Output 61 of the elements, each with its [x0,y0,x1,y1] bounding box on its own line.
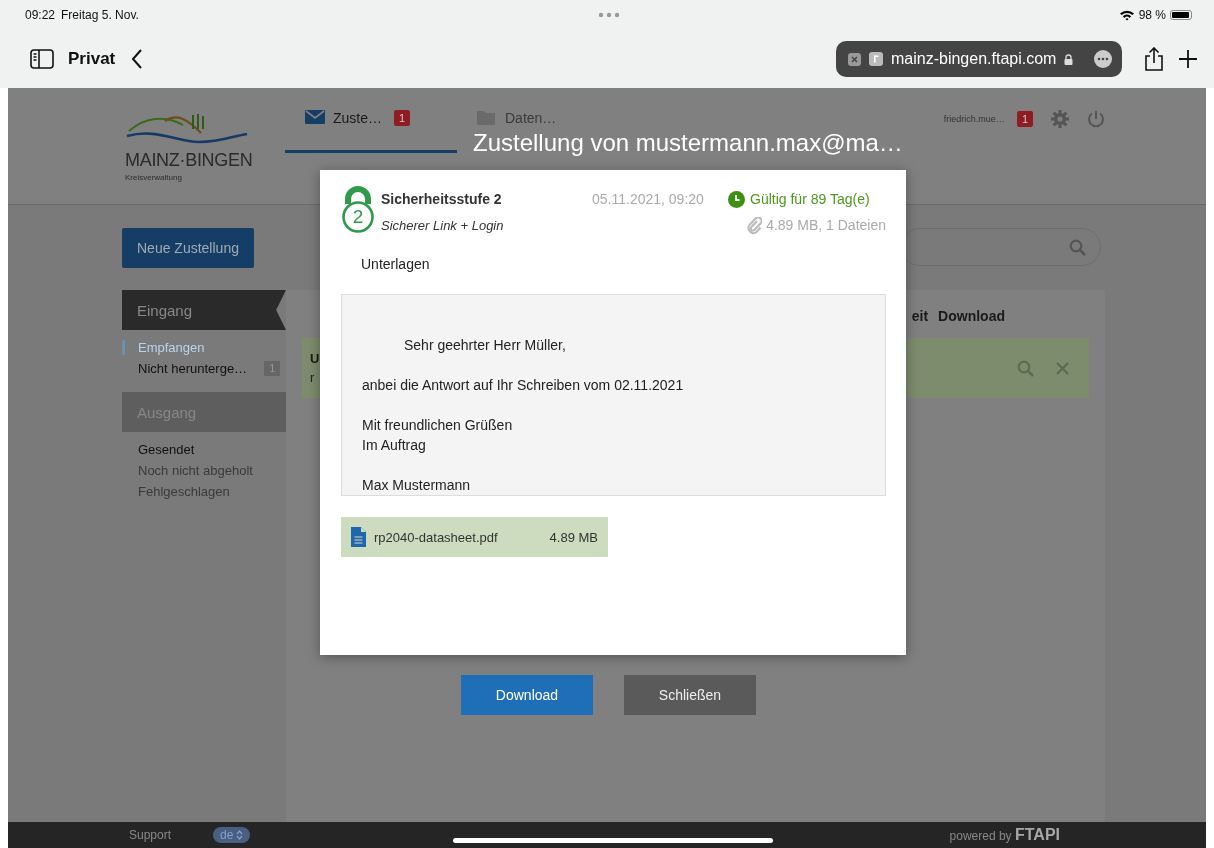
column-header[interactable]: Download [938,308,1005,338]
wifi-icon [1118,9,1135,21]
paperclip-icon [747,216,763,234]
battery-icon [1170,10,1192,20]
file-name: rp2040-datasheet.pdf [374,529,498,545]
sidebar-item[interactable]: Gesendet [122,442,195,457]
url-text: mainz-bingen.ftapi.com [891,50,1057,68]
back-icon[interactable] [131,49,144,69]
validity-text: Gültig für 89 Tag(e) [750,191,870,207]
status-time: 09:22 [25,8,56,22]
count-badge: 1 [1016,111,1033,127]
nav-tab[interactable]: Zuste… 1 [285,108,457,153]
sidebar-section-header[interactable]: Eingang [122,290,286,330]
size-summary: 4.89 MB, 1 Dateien [766,217,886,233]
count-badge: 1 [394,110,411,126]
language-select[interactable]: de [213,827,251,843]
security-method: Sicherer Link + Login [381,217,505,233]
document-icon [351,527,366,547]
clock-icon [728,190,745,208]
support-link[interactable]: Support [129,828,172,842]
dialog-title: Zustellung von mustermann.max@ma… [473,129,903,157]
security-level-number: 2 [351,206,365,228]
column-header[interactable]: eit [911,308,929,338]
battery-percent: 98 % [1138,8,1166,22]
message-paragraph: Sehr geehrter Herr Müller, [403,336,567,355]
logo-subtitle: Kreisverwaltung [125,173,183,182]
plus-icon[interactable] [1178,49,1198,69]
user-name[interactable]: friedrich.mue… [943,114,1005,124]
delivery-date: 05.11.2021, 09:20 [592,191,705,207]
address-bar[interactable]: mainz-bingen.ftapi.com [836,41,1122,77]
favicon-icon [869,52,883,66]
message-paragraph: Max Mustermann [362,476,472,495]
lock-icon [1064,53,1074,65]
sidebar-item[interactable]: Empfangen [122,340,205,355]
padlock-icon [341,186,375,234]
close-icon[interactable] [848,52,861,66]
brand-name: FTAPI [1014,826,1060,843]
message-subject: Unterlagen [360,255,431,274]
message-paragraph: anbei die Antwort auf Ihr Schreiben vom 02.11.2021 [362,376,685,395]
table-cell: U [310,351,320,366]
more-dots-icon[interactable] [597,12,620,18]
tab-group-label[interactable]: Privat [68,49,116,69]
file-size: 4.89 MB [549,529,598,545]
download-button[interactable]: Download [461,675,593,715]
share-icon[interactable] [1144,47,1164,71]
message-paragraph: Mit freundlichen Grüßen Im Auftrag [362,416,514,455]
updown-icon [236,830,244,840]
powered-by-text: powered by [949,829,1012,843]
envelope-icon [305,110,325,124]
table-cell-text: r [310,370,316,385]
search-icon [1069,238,1086,256]
more-icon[interactable] [1094,50,1112,68]
close-button[interactable]: Schließen [624,675,756,715]
sidebar-icon[interactable] [30,49,54,69]
nav-tab[interactable]: Daten… [457,108,629,128]
file-attachment[interactable]: rp2040-datasheet.pdf 4.89 MB [341,517,608,557]
logo-name: MAINZ·BINGEN [125,150,254,171]
status-date: Freitag 5. Nov. [61,8,139,22]
new-delivery-button[interactable]: Neue Zustellung [122,228,254,268]
security-level-title: Sicherheitsstufe 2 [381,191,503,207]
sidebar-item[interactable]: Nicht herunterge… [122,361,248,376]
